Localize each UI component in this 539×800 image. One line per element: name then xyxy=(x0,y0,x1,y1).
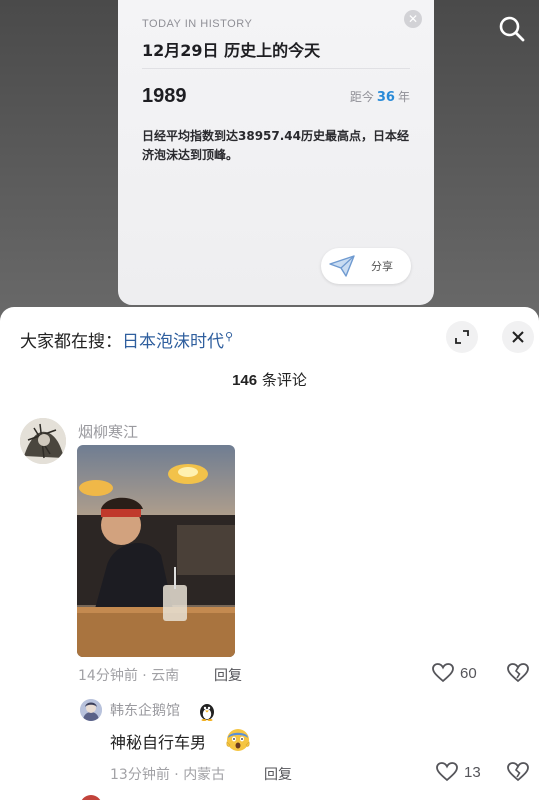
reply-location: 内蒙古 xyxy=(183,767,226,783)
avatar-image xyxy=(20,418,66,464)
reply-text: 神秘自行车男 xyxy=(110,733,207,752)
comment-time: 14分钟前 xyxy=(78,668,138,684)
years-since: 距今 36 年 xyxy=(350,88,410,105)
like-button[interactable]: 13 xyxy=(436,762,481,782)
reply-button[interactable]: 回复 xyxy=(264,764,292,784)
comment-sheet: 大家都在搜：日本泡沫时代⚲ 146 条评论 烟柳寒江 14分钟前 · 云南 回复… xyxy=(0,307,539,800)
comment-location: 云南 xyxy=(151,668,180,684)
since-years: 36 xyxy=(376,90,395,105)
broken-heart-icon xyxy=(507,762,529,782)
expand-icon xyxy=(455,330,469,344)
card-body-text: 日经平均指数到达38957.44历史最高点，日本经济泡沫达到顶峰。 xyxy=(142,129,410,162)
card-year: 1989 xyxy=(142,85,187,107)
trending-term[interactable]: 日本泡沫时代 xyxy=(122,332,224,352)
reply-username[interactable]: 韩东企鹅馆 xyxy=(110,700,180,720)
dislike-button[interactable] xyxy=(507,762,529,784)
sheet-close-button[interactable] xyxy=(502,321,534,353)
reply-button[interactable]: 回复 xyxy=(214,665,242,685)
card-divider xyxy=(142,68,410,69)
close-icon xyxy=(512,331,524,343)
comment-count: 146 条评论 xyxy=(0,369,539,390)
comment-image[interactable] xyxy=(77,445,235,657)
search-icon: ⚲ xyxy=(225,330,234,344)
like-count: 13 xyxy=(464,763,481,781)
card-close-button[interactable]: ✕ xyxy=(404,10,422,28)
since-suffix: 年 xyxy=(397,90,410,104)
share-button[interactable]: 分享 xyxy=(321,248,411,284)
avatar[interactable] xyxy=(20,418,66,464)
search-icon xyxy=(499,16,525,42)
comment-username[interactable]: 烟柳寒江 xyxy=(78,421,138,442)
like-button[interactable]: 60 xyxy=(432,663,477,683)
expand-button[interactable] xyxy=(446,321,478,353)
reply-meta: 13分钟前 · 内蒙古 xyxy=(110,767,226,783)
cafe-photo xyxy=(77,445,235,657)
since-prefix: 距今 xyxy=(349,90,374,104)
card-title: 12月29日 历史上的今天 xyxy=(142,41,321,60)
reply-time: 13分钟前 xyxy=(110,767,170,783)
broken-heart-icon xyxy=(507,663,529,683)
close-icon: ✕ xyxy=(407,12,419,26)
comment-count-number: 146 xyxy=(232,372,258,389)
card-kicker: TODAY IN HISTORY xyxy=(142,18,253,30)
search-button[interactable] xyxy=(495,12,529,46)
trending-search[interactable]: 大家都在搜：日本泡沫时代⚲ xyxy=(20,327,233,352)
avatar[interactable] xyxy=(80,699,102,721)
heart-icon xyxy=(436,762,458,782)
trending-prefix: 大家都在搜： xyxy=(20,332,122,352)
avatar-image xyxy=(80,699,102,721)
like-count: 60 xyxy=(460,664,477,682)
paper-plane-icon xyxy=(329,255,355,277)
comment-count-suffix: 条评论 xyxy=(261,371,307,389)
penguin-badge-icon xyxy=(200,704,214,721)
share-label: 分享 xyxy=(371,260,393,273)
comment-meta: 14分钟前 · 云南 xyxy=(78,668,180,684)
shocked-face-icon xyxy=(226,729,250,751)
history-card: TODAY IN HISTORY ✕ 12月29日 历史上的今天 1989 距今… xyxy=(118,0,434,305)
dislike-button[interactable] xyxy=(507,663,529,685)
heart-icon xyxy=(432,663,454,683)
avatar[interactable] xyxy=(80,795,102,800)
